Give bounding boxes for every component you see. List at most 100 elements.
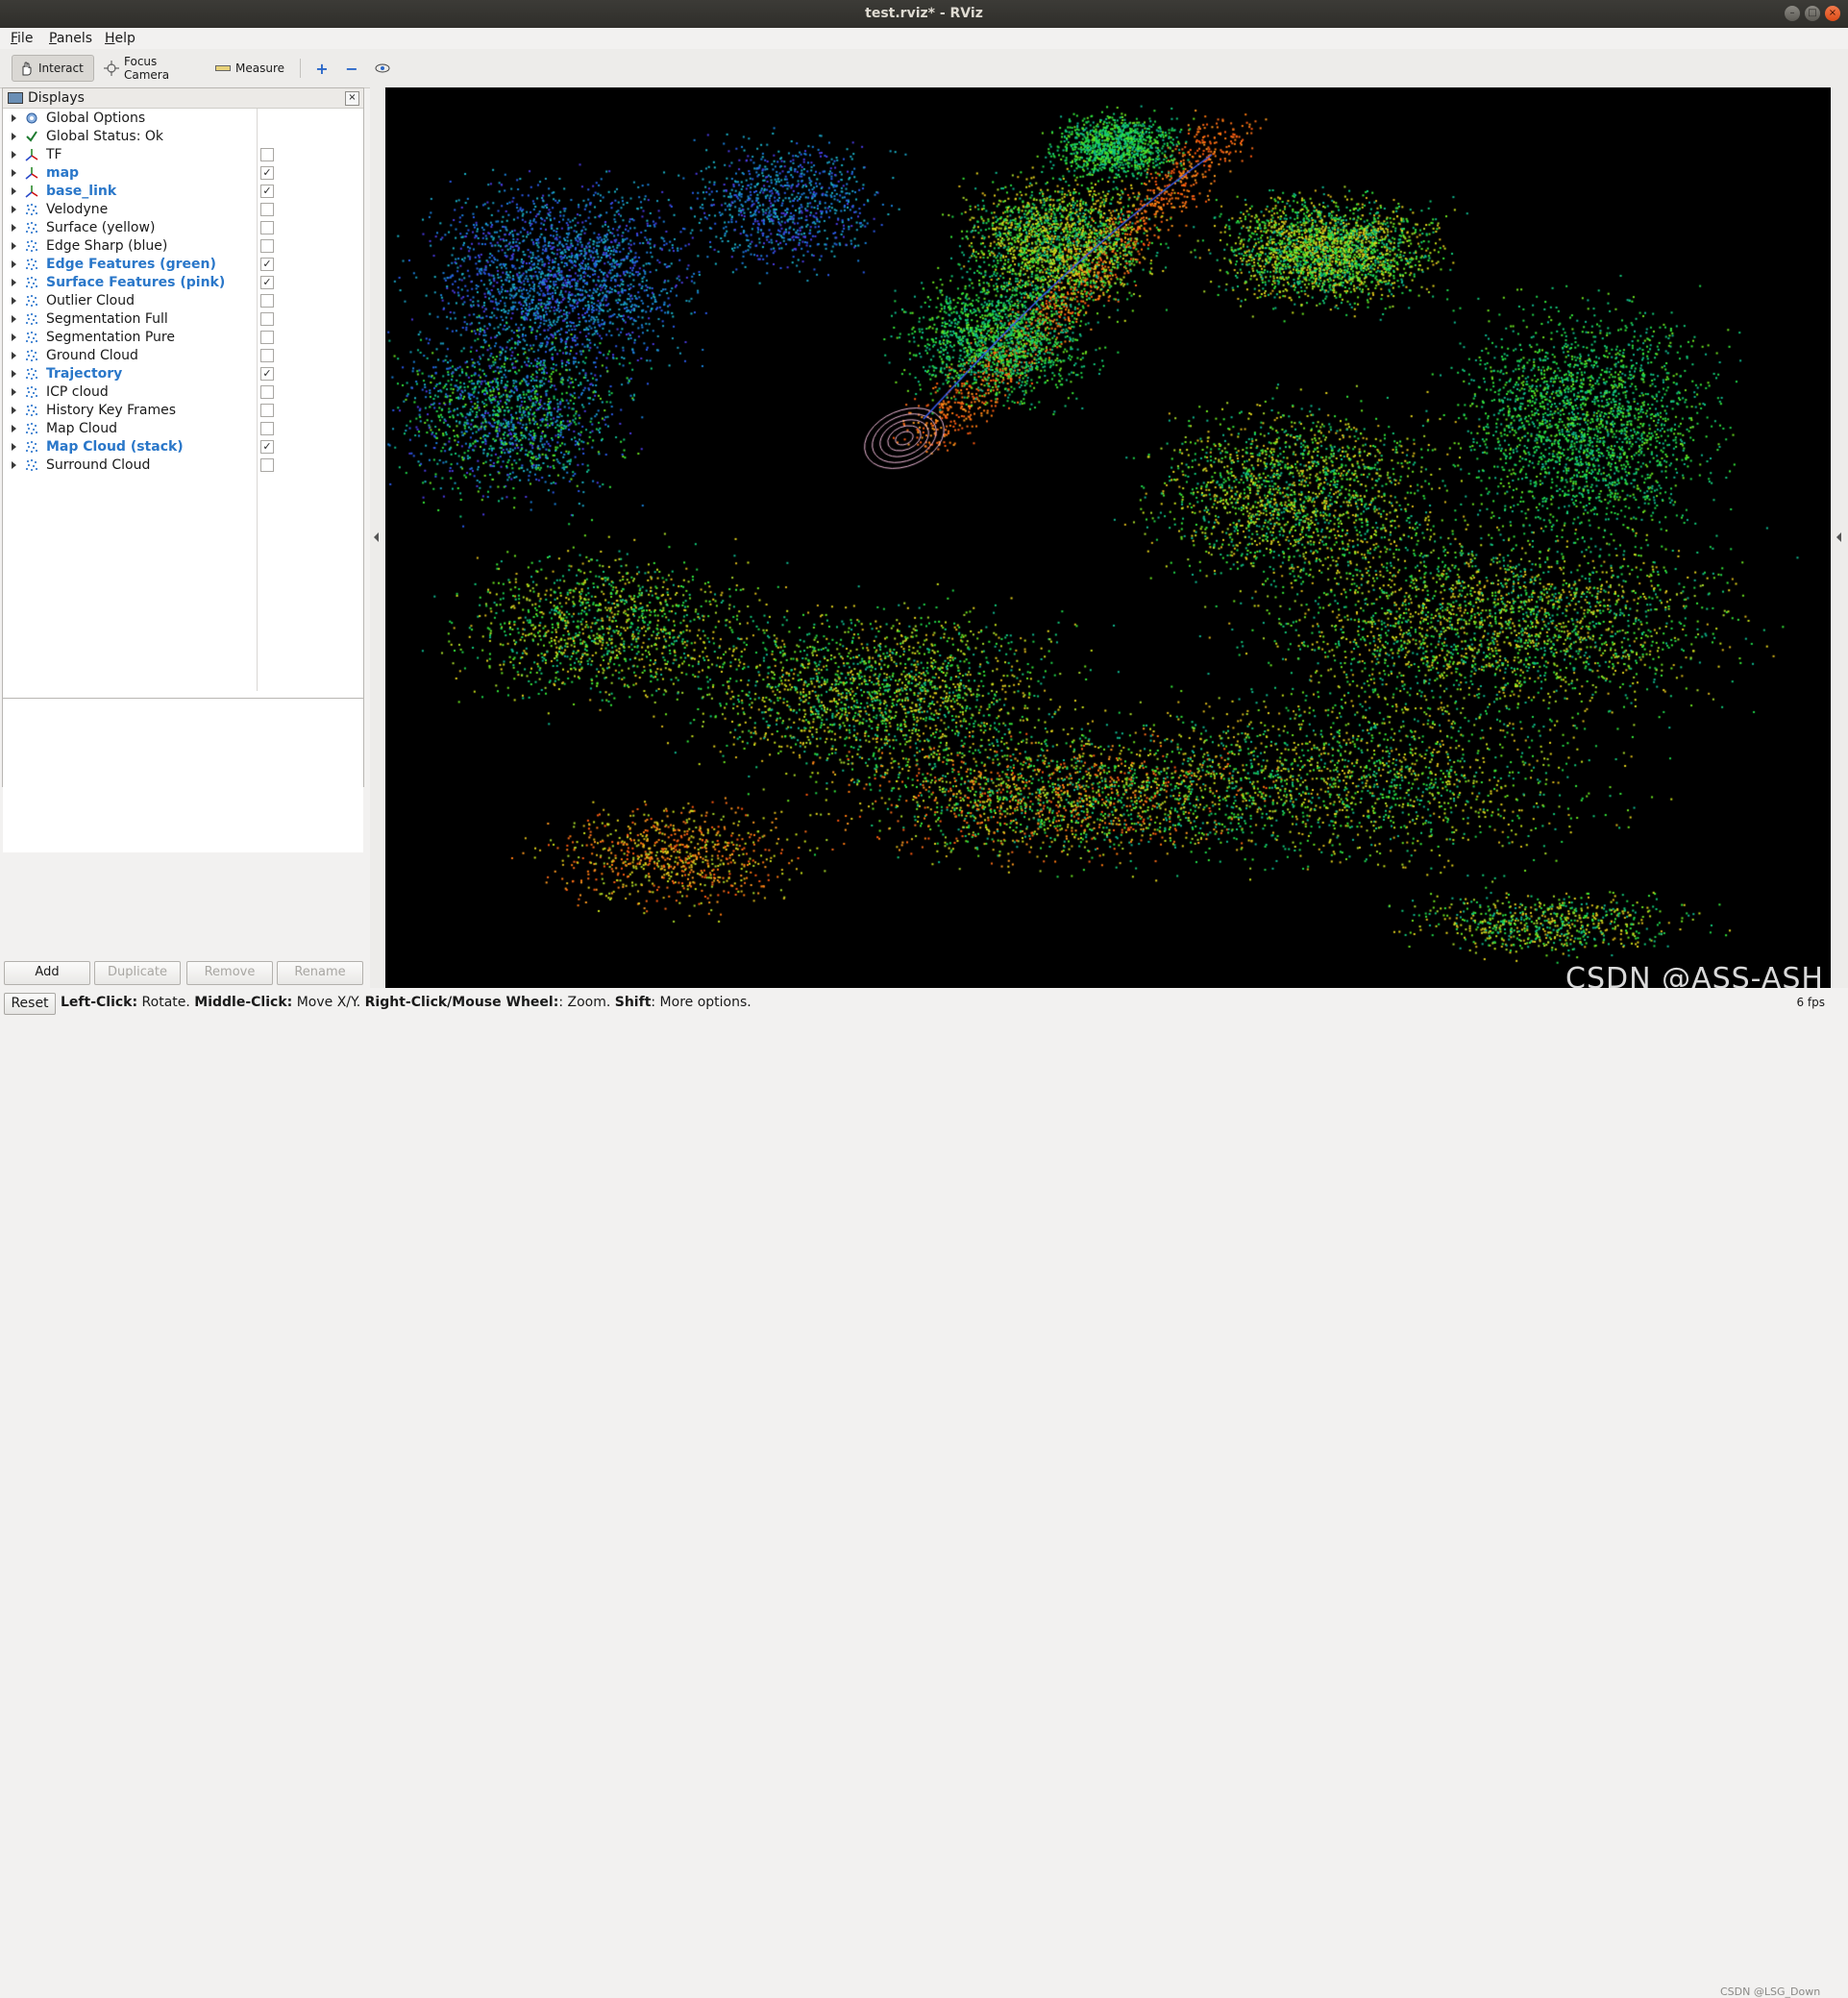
display-item[interactable]: Map Cloud (stack) ✓ [3,437,363,456]
add-button[interactable]: Add [4,961,90,985]
expand-arrow-icon[interactable] [12,150,16,159]
expand-arrow-icon[interactable] [12,333,16,341]
expand-arrow-icon[interactable] [12,296,16,305]
display-item[interactable]: ICP cloud [3,382,363,401]
display-item[interactable]: Segmentation Pure [3,328,363,346]
minimize-icon[interactable]: – [1785,6,1800,21]
display-item[interactable]: Trajectory ✓ [3,364,363,382]
display-item[interactable]: TF [3,145,363,163]
display-enabled-checkbox[interactable] [260,312,274,326]
display-item[interactable]: Global Status: Ok [3,127,363,145]
render-viewport[interactable]: CSDN @ASS-ASH [385,87,1831,988]
expand-arrow-icon[interactable] [12,369,16,378]
measure-button[interactable]: Measure [209,55,296,82]
expand-arrow-icon[interactable] [12,223,16,232]
display-enabled-checkbox[interactable] [260,148,274,161]
display-item-label: Edge Features (green) [46,256,216,272]
display-enabled-checkbox[interactable] [260,203,274,216]
display-enabled-checkbox[interactable]: ✓ [260,440,274,454]
point-cloud-render [385,87,1831,988]
expand-arrow-icon[interactable] [12,205,16,213]
display-enabled-checkbox[interactable]: ✓ [260,367,274,381]
display-item[interactable]: Edge Features (green) ✓ [3,255,363,273]
expand-arrow-icon[interactable] [12,241,16,250]
expand-arrow-icon[interactable] [12,168,16,177]
display-item-label: Surface Features (pink) [46,274,226,290]
expand-arrow-icon[interactable] [12,406,16,414]
display-enabled-checkbox[interactable] [260,239,274,253]
display-item-label: Outlier Cloud [46,292,135,308]
display-item[interactable]: History Key Frames [3,401,363,419]
menu-panels[interactable]: Panels [49,31,92,46]
display-item[interactable]: Surround Cloud [3,456,363,474]
expand-arrow-icon[interactable] [12,113,16,122]
expand-arrow-icon[interactable] [12,442,16,451]
rename-button[interactable]: Rename [277,961,363,985]
hint-key: Right-Click/Mouse Wheel: [364,995,559,1010]
display-item[interactable]: Global Options [3,109,363,127]
expand-arrow-icon[interactable] [12,278,16,286]
remove-button[interactable]: Remove [186,961,273,985]
left-splitter[interactable] [370,87,384,988]
display-enabled-checkbox[interactable]: ✓ [260,166,274,180]
expand-arrow-icon[interactable] [12,186,16,195]
menu-help[interactable]: Help [105,31,136,46]
display-item[interactable]: Ground Cloud [3,346,363,364]
right-splitter[interactable] [1831,87,1848,988]
duplicate-button[interactable]: Duplicate [94,961,181,985]
display-item[interactable]: Surface Features (pink) ✓ [3,273,363,291]
plus-icon: + [315,59,329,78]
expand-arrow-icon[interactable] [12,424,16,432]
display-item-label: map [46,164,80,181]
expand-arrow-icon[interactable] [12,460,16,469]
add-tool-button[interactable]: + [308,55,335,82]
display-enabled-checkbox[interactable]: ✓ [260,276,274,289]
display-enabled-checkbox[interactable] [260,422,274,435]
focus-camera-button[interactable]: Focus Camera [98,55,198,82]
display-enabled-checkbox[interactable] [260,385,274,399]
display-enabled-checkbox[interactable] [260,404,274,417]
pointcloud-icon [25,458,38,472]
expand-arrow-icon[interactable] [12,132,16,140]
display-item[interactable]: Segmentation Full [3,309,363,328]
window-title: test.rviz* - RViz [865,6,983,21]
display-item[interactable]: Map Cloud [3,419,363,437]
display-enabled-checkbox[interactable] [260,221,274,234]
interact-tool-button[interactable]: Interact [12,55,94,82]
expand-arrow-icon[interactable] [12,387,16,396]
expand-arrow-icon[interactable] [12,351,16,359]
maximize-icon[interactable]: □ [1805,6,1820,21]
displays-panel: Displays × Global Options Global Status: … [2,87,364,852]
display-enabled-checkbox[interactable] [260,349,274,362]
gear-icon [25,111,38,125]
display-enabled-checkbox[interactable]: ✓ [260,258,274,271]
display-enabled-checkbox[interactable]: ✓ [260,185,274,198]
collapse-left-icon[interactable] [374,532,379,542]
check-icon [25,130,38,143]
display-item[interactable]: base_link ✓ [3,182,363,200]
display-item[interactable]: Edge Sharp (blue) [3,236,363,255]
expand-arrow-icon[interactable] [12,259,16,268]
display-item[interactable]: map ✓ [3,163,363,182]
close-icon[interactable]: × [1825,6,1840,21]
display-item-label: Map Cloud [46,420,117,436]
remove-tool-button[interactable]: − [338,55,365,82]
panel-close-icon[interactable]: × [345,91,359,106]
ruler-icon [215,61,231,76]
views-button[interactable] [369,55,400,82]
expand-arrow-icon[interactable] [12,314,16,323]
display-item[interactable]: Outlier Cloud [3,291,363,309]
display-enabled-checkbox[interactable] [260,458,274,472]
display-enabled-checkbox[interactable] [260,294,274,308]
display-item[interactable]: Surface (yellow) [3,218,363,236]
collapse-right-icon[interactable] [1836,532,1841,542]
eye-icon [375,61,390,76]
menu-file[interactable]: File [11,31,33,46]
display-enabled-checkbox[interactable] [260,331,274,344]
reset-button[interactable]: Reset [4,993,56,1015]
display-item[interactable]: Velodyne [3,200,363,218]
pointcloud-icon [25,294,38,308]
display-item-label: Global Status: Ok [46,128,164,144]
display-item-label: Edge Sharp (blue) [46,237,168,254]
menu-bar: File Panels Help [0,28,1848,49]
